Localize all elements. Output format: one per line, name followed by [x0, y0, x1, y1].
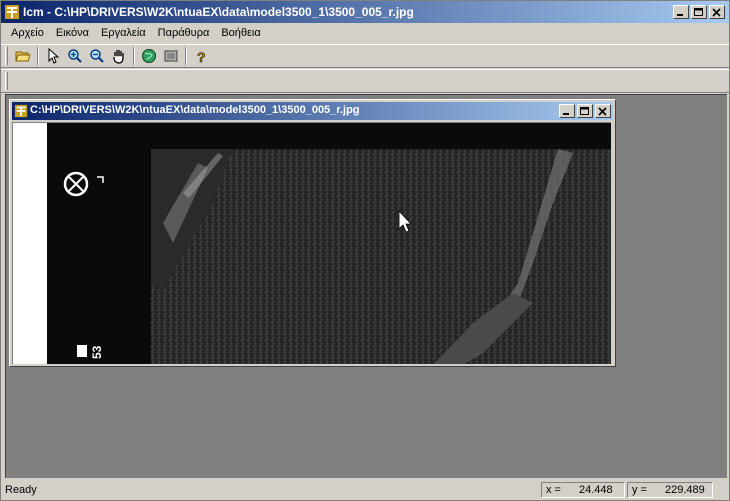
main-toolbar: ? [1, 44, 729, 68]
image-settings-button[interactable] [160, 46, 182, 66]
child-close-button[interactable] [595, 104, 611, 118]
resize-grip[interactable] [715, 482, 729, 498]
aerial-image-view[interactable]: 53 [12, 122, 611, 364]
toolbar-grip[interactable] [5, 47, 8, 65]
aerial-photo[interactable]: 53 [13, 123, 611, 364]
globe-button[interactable] [138, 46, 160, 66]
status-ready-text: Ready [5, 484, 37, 496]
app-window: Icm - C:\HP\DRIVERS\W2K\ntuaEX\data\mode… [0, 0, 730, 501]
open-button[interactable] [12, 46, 34, 66]
app-titlebar[interactable]: Icm - C:\HP\DRIVERS\W2K\ntuaEX\data\mode… [1, 1, 729, 23]
zoom-out-button[interactable] [86, 46, 108, 66]
toolbar-separator [133, 47, 135, 65]
minimize-icon [563, 113, 569, 115]
child-titlebar[interactable]: C:\HP\DRIVERS\W2K\ntuaEX\data\model3500_… [12, 102, 613, 120]
pan-button[interactable] [108, 46, 130, 66]
zoom-in-button[interactable] [64, 46, 86, 66]
child-app-icon [14, 104, 28, 118]
child-title: C:\HP\DRIVERS\W2K\ntuaEX\data\model3500_… [30, 104, 360, 116]
minimize-icon [677, 14, 683, 16]
y-label: y = [632, 484, 647, 496]
maximize-icon [694, 8, 703, 16]
zoom-in-icon [68, 49, 82, 63]
menu-help[interactable]: Βοήθεια [215, 27, 266, 39]
pointer-icon [48, 48, 60, 64]
status-x-coordinate: x = 24.448 [541, 482, 625, 498]
y-value: 229.489 [664, 484, 705, 496]
help-button[interactable]: ? [190, 46, 212, 66]
minimize-button[interactable] [673, 5, 689, 19]
child-maximize-button[interactable] [577, 104, 593, 118]
app-icon [5, 5, 19, 19]
image-child-window: C:\HP\DRIVERS\W2K\ntuaEX\data\model3500_… [9, 99, 616, 367]
x-value: 24.448 [578, 484, 613, 496]
image-frame-label: 53 [90, 345, 104, 359]
close-icon [598, 107, 607, 116]
svg-text:?: ? [197, 49, 206, 64]
close-icon [712, 8, 721, 17]
toolbar-separator [37, 47, 39, 65]
globe-icon [142, 49, 156, 63]
child-minimize-button[interactable] [559, 104, 575, 118]
x-label: x = [546, 484, 561, 496]
status-y-coordinate: y = 229.489 [627, 482, 713, 498]
pan-hand-icon [113, 50, 124, 64]
menu-file[interactable]: Αρχείο [5, 27, 50, 39]
open-folder-icon [15, 51, 31, 62]
app-title: Icm - C:\HP\DRIVERS\W2K\ntuaEX\data\mode… [23, 5, 414, 19]
pointer-button[interactable] [42, 46, 64, 66]
menu-tools[interactable]: Εργαλεία [95, 27, 152, 39]
close-button[interactable] [709, 5, 725, 19]
image-settings-icon [164, 50, 178, 62]
menu-bar: Αρχείο Εικόνα Εργαλεία Παράθυρα Βοήθεια [1, 23, 729, 43]
secondary-toolbar [1, 69, 729, 93]
zoom-out-icon [90, 49, 104, 63]
toolbar-grip[interactable] [5, 72, 8, 90]
mdi-client-area: C:\HP\DRIVERS\W2K\ntuaEX\data\model3500_… [5, 94, 727, 478]
menu-image[interactable]: Εικόνα [50, 27, 95, 39]
maximize-button[interactable] [691, 5, 707, 19]
status-bar: Ready x = 24.448 y = 229.489 [1, 480, 729, 500]
menu-windows[interactable]: Παράθυρα [152, 27, 216, 39]
help-icon: ? [197, 49, 206, 64]
maximize-icon [580, 107, 589, 115]
toolbar-separator [185, 47, 187, 65]
